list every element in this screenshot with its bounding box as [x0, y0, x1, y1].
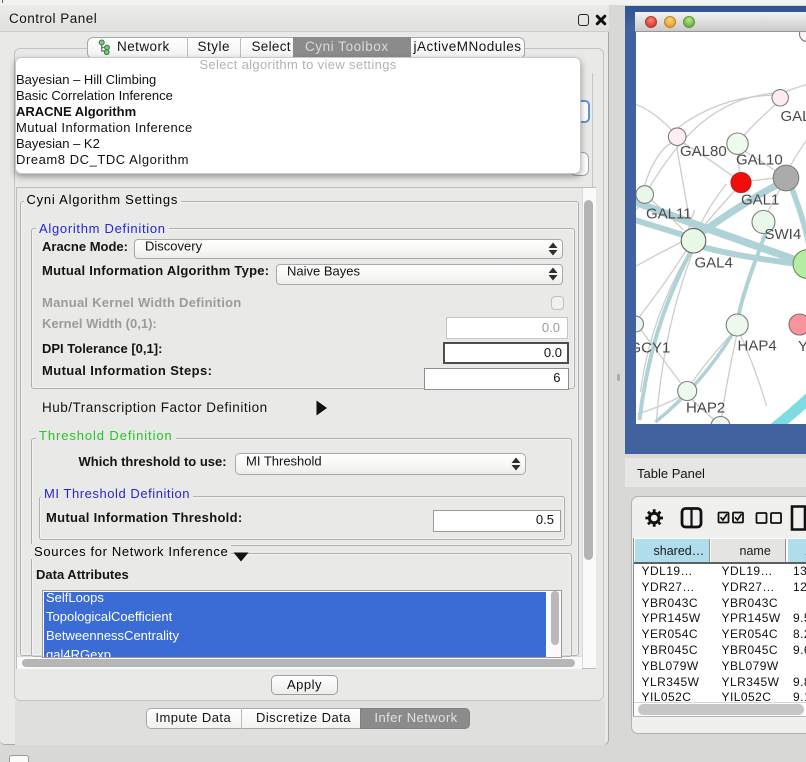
svg-text:HAP4: HAP4 [737, 338, 776, 355]
svg-text:GCY1: GCY1 [636, 340, 670, 357]
svg-text:GAL4: GAL4 [694, 255, 732, 272]
svg-text:GAL11: GAL11 [646, 206, 692, 223]
svg-text:SWI4: SWI4 [764, 226, 801, 243]
svg-text:GAL1: GAL1 [741, 192, 779, 209]
svg-text:HAP2: HAP2 [686, 400, 725, 417]
svg-text:GAL10: GAL10 [736, 152, 783, 169]
svg-text:YJR: YJR [798, 338, 806, 355]
svg-text:GAL2: GAL2 [780, 108, 806, 125]
svg-text:GAL80: GAL80 [680, 143, 727, 160]
